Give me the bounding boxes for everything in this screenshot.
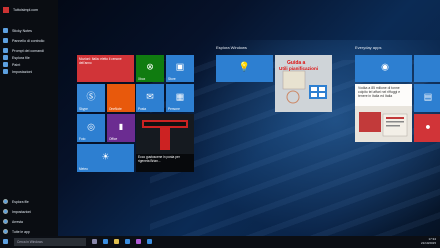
gear-icon [3,209,8,214]
tile-t-article-text: Ecco gustoscene in posta per rigeneta Br… [138,155,180,163]
tile-skype[interactable]: Ⓢ Skype [77,84,105,112]
start-item-control-panel[interactable]: Pannello di controllo [3,36,44,45]
tile-mail[interactable]: ✉ Posta [136,84,164,112]
start-bottom-settings[interactable]: Impostazioni [3,209,31,214]
tile-photos[interactable]: ◎ Foto [77,114,105,142]
tile-onenote[interactable]: OneNote [107,84,135,112]
mail-icon[interactable] [147,239,152,244]
store-icon[interactable] [125,239,130,244]
user-name: Tuttoisimpl.com [13,7,39,12]
tile-weather[interactable]: ☀ Meteo [77,144,134,172]
taskbar: Cerca in Windows 17:34 21/10/2015 [0,236,440,248]
tile-store[interactable]: ▣ Store [166,55,194,82]
task-view-icon[interactable] [92,239,97,244]
tile-t-article[interactable]: Ecco gustoscene in posta per rigeneta Br… [136,114,194,172]
power-icon [3,219,8,224]
tile-t-article-caption: Ecco gustoscene in posta per rigeneta Br… [136,154,194,172]
tile-get-started[interactable]: ◉ [355,55,412,82]
photos-icon: ◎ [87,121,95,132]
start-item-settings[interactable]: Impostazioni [3,67,32,76]
user-avatar-icon [3,6,9,13]
taskbar-clock[interactable]: 17:34 21/10/2015 [420,237,436,245]
app-icon: ● [425,121,431,132]
tile-xbox[interactable]: ⊗ Xbox [136,55,164,82]
guida-subtitle: Utili pianificazioni [279,66,319,71]
t-logo-icon [136,114,194,154]
folder-icon [3,199,8,204]
people-icon: ▦ [175,91,185,102]
tile-mail-label: Posta [138,107,147,111]
start-bottom-power[interactable]: Arresta [3,219,23,224]
xbox-icon: ⊗ [146,61,154,72]
start-menu-left-pane: Tuttoisimpl.com Sticky Notes Pannello di… [0,0,58,236]
apps-icon [3,229,8,234]
lightbulb-icon: 💡 [238,61,251,72]
news-article-image [355,106,412,142]
start-item-label: Paint [12,62,21,67]
tile-news[interactable]: Mozioni: Italia: eletto il cenone dell'a… [77,55,134,82]
sun-icon: ☀ [101,151,110,162]
start-bottom-label: Tutte le app [12,229,30,234]
tile-office-label: Office [109,137,118,141]
tile-news-headline: Mozioni: Italia: eletto il cenone dell'a… [79,57,122,65]
target-icon: ◉ [381,61,389,72]
tile-red-app[interactable]: ● [414,114,440,142]
start-item-label: Sticky Notes [12,28,32,33]
start-bottom-label: Arresta [12,219,23,224]
skype-icon: Ⓢ [86,91,96,102]
mail-icon: ✉ [146,91,154,102]
start-bottom-all-apps[interactable]: Tutte le app [3,229,30,234]
tile-store-label: Store [168,77,176,81]
clock-date: 21/10/2015 [420,240,436,245]
note-icon [3,28,8,33]
tile-office[interactable]: ▮ Office [107,114,135,142]
start-button-icon[interactable] [3,239,8,244]
tile-tips[interactable]: 💡 [216,55,273,82]
start-bottom-label: Esplora file [12,199,29,204]
tile-calculator[interactable] [414,55,440,82]
tile-guida[interactable]: Guida a Utili pianificazioni [275,55,332,112]
news-article-header: Vodka a 85 milione di tonne colpito tel … [355,84,412,106]
office-icon: ▮ [118,121,124,131]
group-label-explore[interactable]: Esplora Windows [216,45,247,50]
tile-news-article[interactable]: Vodka a 85 milione di tonne colpito tel … [355,84,412,142]
search-placeholder: Cerca in Windows [17,240,43,244]
start-item-sticky-notes[interactable]: Sticky Notes [3,26,32,35]
control-panel-icon [3,38,8,43]
start-item-label: Prompt dei comandi [12,48,44,53]
tile-xbox-label: Xbox [138,77,146,81]
tile-people-label: Persone [168,107,180,111]
apps-icon: ▤ [423,91,433,102]
tile-skype-label: Skype [79,107,88,111]
start-item-label: Impostazioni [12,69,33,74]
group-label-everyday[interactable]: Everyday apps [355,45,381,50]
news-article-text: Vodka a 85 milione di tonne colpito tel … [358,86,401,99]
start-item-label: Pannello di controllo [12,38,45,43]
start-bottom-label: Impostazioni [12,209,32,214]
edge-icon[interactable] [103,239,108,244]
tile-weather-label: Meteo [79,167,88,171]
store-icon: ▣ [175,61,185,72]
folder-icon[interactable] [114,239,119,244]
start-item-label: Esplora file [12,55,30,60]
tile-photos-label: Foto [79,137,86,141]
app-icon[interactable] [136,239,141,244]
taskbar-search-box[interactable]: Cerca in Windows [14,238,86,246]
tile-apps[interactable]: ▤ [414,84,440,112]
user-account[interactable]: Tuttoisimpl.com [3,5,38,14]
start-bottom-file-explorer[interactable]: Esplora file [3,199,29,204]
gear-icon [3,69,8,74]
tile-onenote-label: OneNote [109,107,122,111]
tile-people[interactable]: ▦ Persone [166,84,194,112]
